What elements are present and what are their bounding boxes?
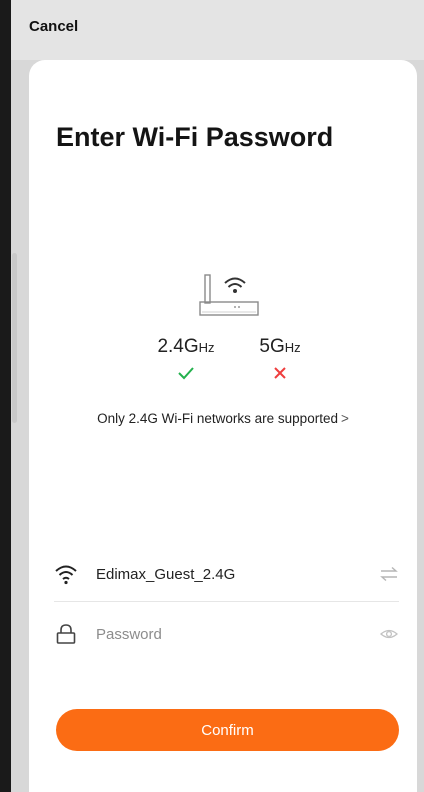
- band-2-4ghz-label: 2.4GHz: [157, 336, 215, 357]
- switch-network-icon[interactable]: [379, 565, 399, 583]
- lock-icon: [56, 624, 76, 644]
- confirm-button[interactable]: Confirm: [56, 709, 399, 751]
- cross-icon: [274, 367, 286, 379]
- field-divider: [54, 601, 399, 602]
- eye-icon[interactable]: [379, 625, 399, 643]
- chevron-right-icon: >: [340, 411, 349, 426]
- band-2-4ghz: 2.4GHz: [146, 336, 226, 382]
- band-5ghz-label: 5GHz: [259, 336, 301, 357]
- password-row: [54, 615, 399, 655]
- wifi-network-row: Edimax_Guest_2.4G: [54, 555, 399, 595]
- top-bar: Cancel: [11, 0, 424, 60]
- check-icon: [178, 367, 194, 380]
- supported-networks-link[interactable]: Only 2.4G Wi-Fi networks are supported >: [29, 411, 417, 426]
- wifi-network-name: Edimax_Guest_2.4G: [96, 566, 236, 583]
- page-title: Enter Wi-Fi Password: [56, 122, 334, 152]
- wifi-icon: [55, 565, 77, 585]
- band-5ghz: 5GHz: [240, 336, 320, 382]
- window-left-edge: [0, 0, 11, 792]
- password-input[interactable]: [96, 621, 346, 647]
- scroll-indicator: [12, 253, 17, 423]
- band-indicators: 2.4GHz 5GHz: [29, 336, 417, 396]
- wifi-password-card: Enter Wi-Fi Password 2.4GHz 5GHz Only 2.…: [29, 60, 417, 792]
- cancel-button[interactable]: Cancel: [29, 18, 78, 35]
- supported-networks-text: Only 2.4G Wi-Fi networks are supported: [97, 411, 338, 426]
- router-icon: [199, 274, 259, 316]
